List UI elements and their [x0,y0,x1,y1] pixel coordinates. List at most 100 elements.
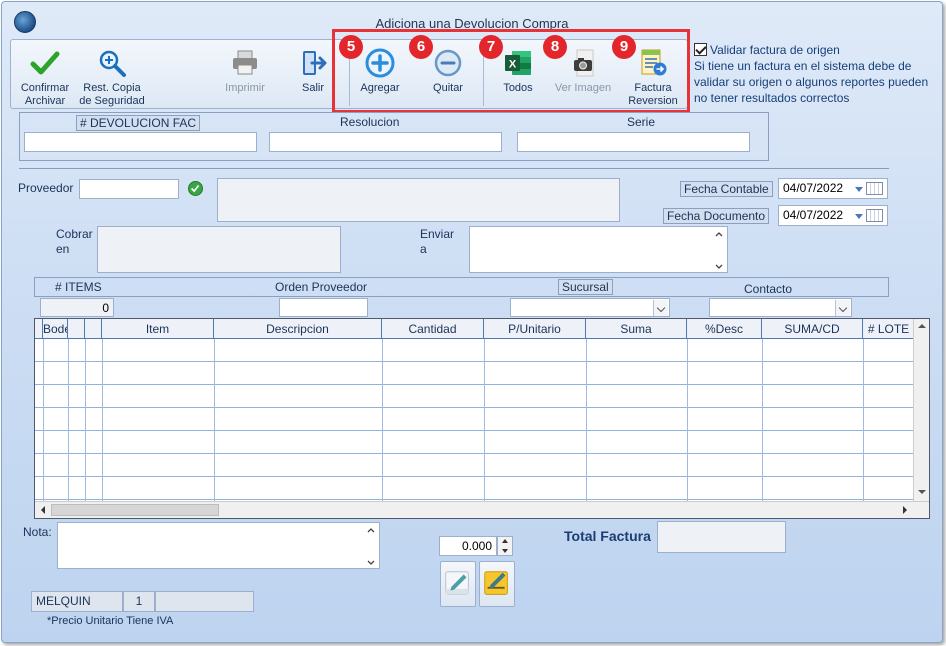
grid-vertical-scrollbar[interactable] [913,319,929,501]
proveedor-code-input[interactable] [79,179,179,199]
edit-pencil-icon [445,571,469,595]
sucursal-label: Sucursal [558,279,613,295]
table-row[interactable] [35,477,914,500]
exit-door-icon [303,51,327,75]
enviar-a-scrollbar[interactable] [711,227,727,272]
validar-checkbox-row[interactable]: Validar factura de origen [694,42,934,58]
col-desc[interactable]: %Desc [687,319,762,339]
fecha-contable-label: Fecha Contable [680,181,773,197]
serie-label: Serie [627,115,656,129]
horizontal-scroll-thumb[interactable] [51,504,219,516]
fecha-documento-input[interactable]: 04/07/2022 [778,205,888,226]
col-line [863,339,864,501]
edit-document-icon [484,571,508,595]
calendar-dropdown-icon[interactable] [855,209,885,223]
numeric-spinner-arrows[interactable] [497,536,513,556]
edit-note-button[interactable] [440,561,476,607]
confirmar-archivar-button[interactable]: Confirmar Archivar [15,40,75,110]
fecha-documento-label: Fecha Documento [663,208,770,224]
imprimir-button[interactable]: Imprimir [217,40,273,110]
table-row[interactable] [35,454,914,477]
resolucion-label: Resolucion [340,115,400,129]
cobrar-label-line1: Cobrar [56,227,93,241]
fecha-contable-input[interactable]: 04/07/2022 [778,178,888,199]
col-line [484,339,485,501]
total-factura-value [657,521,786,553]
validar-checkbox[interactable] [694,43,707,56]
col-bodega[interactable]: Bodega [43,319,68,339]
items-label: # ITEMS [55,280,102,294]
col-line [586,339,587,501]
serie-input[interactable] [517,132,750,152]
grid-horizontal-scrollbar[interactable] [35,501,929,518]
table-row[interactable] [35,385,914,408]
confirmar-label: Confirmar Archivar [20,82,70,107]
highlight-box [332,29,690,113]
items-grid[interactable]: Bodega Item Descripcion Cantidad P/Unita… [34,318,930,519]
badge-5: 5 [339,35,363,59]
nota-scrollbar[interactable] [363,523,379,568]
enviar-label-line2: a [420,242,427,256]
table-row[interactable] [35,339,914,362]
badge-9: 9 [612,35,636,59]
scroll-left-icon[interactable] [35,502,51,518]
restore-backup-button[interactable]: Rest. Copia de Seguridad [77,40,147,110]
badge-6: 6 [409,35,433,59]
table-row[interactable] [35,431,914,454]
col-item[interactable]: Item [102,319,214,339]
col-line [762,339,763,501]
col-descripcion[interactable]: Descripcion [214,319,382,339]
col-cantidad[interactable]: Cantidad [382,319,484,339]
main-window: Adiciona una Devolucion Compra Confirmar… [1,1,943,643]
calendar-dropdown-icon[interactable] [855,182,885,196]
sucursal-select[interactable] [510,298,670,317]
col-line [102,339,103,501]
contacto-select[interactable] [709,298,852,317]
devolucion-input[interactable] [24,132,257,152]
zoom-search-icon [99,50,126,77]
cobrar-en-display [97,226,341,273]
col-line [687,339,688,501]
restore-label: Rest. Copia de Seguridad [79,82,145,107]
col-punitario[interactable]: P/Unitario [484,319,586,339]
grid-row-header [35,319,43,339]
cobrar-en-label: Cobrar en [56,227,93,257]
items-count: 0 [40,298,114,317]
nota-textarea[interactable] [57,522,380,569]
cobrar-label-line2: en [56,242,70,256]
scroll-arrows-icon [367,528,375,565]
checkmark-icon [30,51,60,75]
printer-icon [233,50,257,75]
fecha-contable-value: 04/07/2022 [783,181,844,195]
col-lote[interactable]: # LOTE [863,319,914,339]
enviar-a-textarea[interactable] [469,226,728,273]
col-blank[interactable] [68,319,85,339]
col-line [382,339,383,501]
validar-label: Validar factura de origen [710,43,840,57]
proveedor-validate-icon[interactable] [188,181,203,196]
scroll-right-icon[interactable] [897,502,913,518]
validar-panel: Validar factura de origen Si tiene un fa… [694,42,934,106]
chevron-down-icon[interactable] [835,300,850,316]
validar-note: Si tiene un factura en el sistema debe d… [694,59,929,105]
scroll-arrows-icon [715,232,723,269]
vertical-scroll-arrows-icon [918,324,926,494]
col-suma[interactable]: Suma [586,319,687,339]
numeric-spinner-input[interactable]: 0.000 [439,536,497,556]
enviar-label-line1: Enviar [420,227,455,241]
table-row[interactable] [35,408,914,431]
orden-proveedor-input[interactable] [279,298,368,317]
col-line [85,339,86,501]
col-suma-cd[interactable]: SUMA/CD [762,319,863,339]
badge-7: 7 [479,35,503,59]
table-row[interactable] [35,362,914,385]
edit-yellow-button[interactable] [479,561,515,607]
proveedor-label: Proveedor [18,181,74,195]
col-line [68,339,69,501]
items-header-bar: # ITEMS Orden Proveedor Sucursal Contact… [34,277,889,297]
nota-label: Nota: [23,525,52,539]
resolucion-input[interactable] [269,132,502,152]
col-line [43,339,44,501]
chevron-down-icon[interactable] [653,300,668,316]
imprimir-label: Imprimir [225,82,265,94]
